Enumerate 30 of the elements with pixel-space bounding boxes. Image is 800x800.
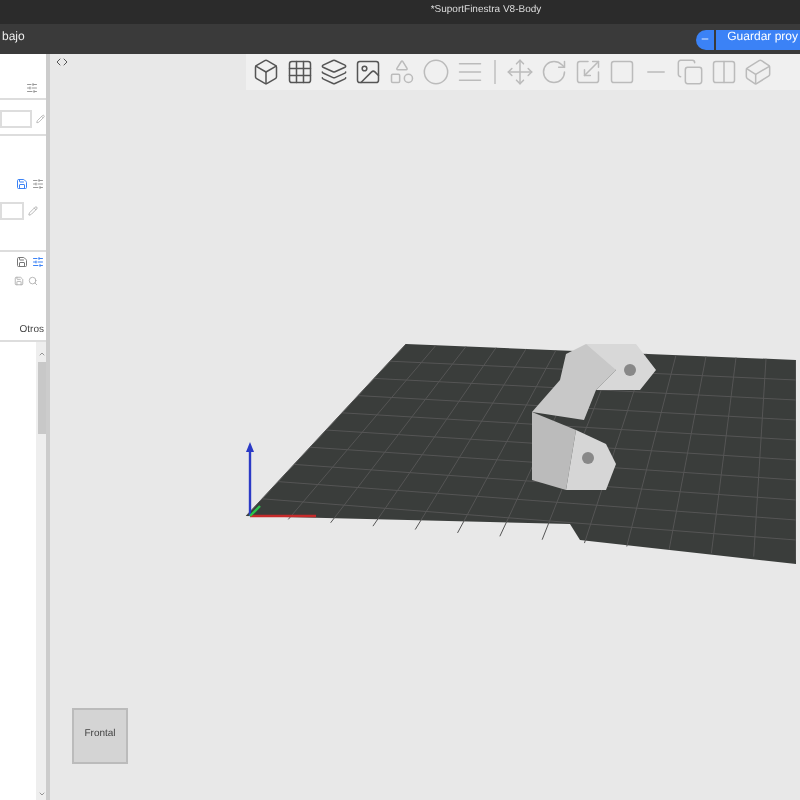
- dropdown-button[interactable]: [695, 29, 714, 49]
- save-icon[interactable]: [16, 178, 28, 190]
- search-icon[interactable]: [28, 275, 38, 285]
- settings-icon[interactable]: [32, 178, 44, 190]
- settings-icon[interactable]: [26, 82, 38, 94]
- circle-icon[interactable]: [422, 58, 450, 86]
- layers-icon[interactable]: [320, 58, 348, 86]
- copy-icon[interactable]: [676, 58, 704, 86]
- rotate-icon[interactable]: [540, 58, 568, 86]
- edit-icon[interactable]: [36, 114, 46, 124]
- cuboid-icon[interactable]: [744, 58, 772, 86]
- scrollbar-thumb[interactable]: [37, 362, 45, 434]
- image-icon[interactable]: [354, 58, 382, 86]
- columns-icon[interactable]: [710, 58, 738, 86]
- input-field[interactable]: [0, 201, 24, 219]
- input-field[interactable]: [0, 110, 33, 128]
- list-icon[interactable]: [456, 58, 484, 86]
- edit-icon[interactable]: [28, 205, 38, 215]
- axis-drawing: [246, 442, 316, 518]
- save-icon[interactable]: [16, 255, 28, 267]
- scale-icon[interactable]: [574, 58, 602, 86]
- bracket-part-drawing[interactable]: [532, 344, 656, 490]
- settings-icon[interactable]: [32, 255, 44, 267]
- scrollbar[interactable]: [36, 342, 46, 800]
- grid-icon[interactable]: [286, 58, 314, 86]
- collapse-icon[interactable]: [56, 56, 68, 68]
- square-icon[interactable]: [608, 58, 636, 86]
- move-icon[interactable]: [506, 58, 534, 86]
- cube-add-icon[interactable]: [252, 58, 280, 86]
- minus-icon: [699, 34, 710, 44]
